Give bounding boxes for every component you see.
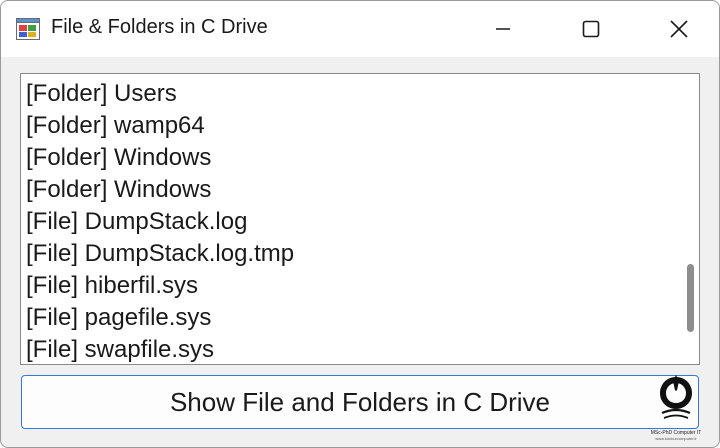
watermark-logo: MSc-PhD Computer IT www.konkurcomputer.i… (643, 373, 709, 445)
close-button[interactable] (651, 1, 707, 57)
list-item[interactable]: [File] swapfile.sys (26, 334, 294, 364)
window-title: File & Folders in C Drive (51, 16, 268, 38)
show-files-button[interactable]: Show File and Folders in C Drive (21, 375, 699, 429)
minimize-button[interactable] (475, 1, 531, 57)
file-list: [Folder] Users [Folder] wamp64 [Folder] … (26, 78, 294, 364)
minimize-icon (496, 28, 510, 30)
list-item[interactable]: [File] hiberfil.sys (26, 270, 294, 302)
maximize-button[interactable] (563, 1, 619, 57)
pen-nib-logo-icon (660, 375, 692, 419)
scrollbar-thumb[interactable] (687, 264, 694, 332)
maximize-icon (582, 20, 600, 38)
list-item[interactable]: [File] DumpStack.log.tmp (26, 238, 294, 270)
windows-form-icon (16, 18, 40, 40)
close-icon (670, 20, 688, 38)
list-item[interactable]: [Folder] Windows (26, 174, 294, 206)
list-item[interactable]: [Folder] wamp64 (26, 110, 294, 142)
list-item[interactable]: [File] pagefile.sys (26, 302, 294, 334)
list-item[interactable]: [File] DumpStack.log (26, 206, 294, 238)
file-listbox[interactable]: [Folder] Users [Folder] wamp64 [Folder] … (20, 73, 700, 365)
vertical-scrollbar[interactable] (681, 74, 699, 364)
list-item[interactable]: [Folder] Windows (26, 142, 294, 174)
app-window: File & Folders in C Drive [Folder] Users… (0, 0, 720, 448)
title-bar[interactable]: File & Folders in C Drive (1, 1, 719, 57)
watermark-url: www.konkurcomputer.ir (655, 436, 697, 441)
list-item[interactable]: [Folder] Users (26, 78, 294, 110)
